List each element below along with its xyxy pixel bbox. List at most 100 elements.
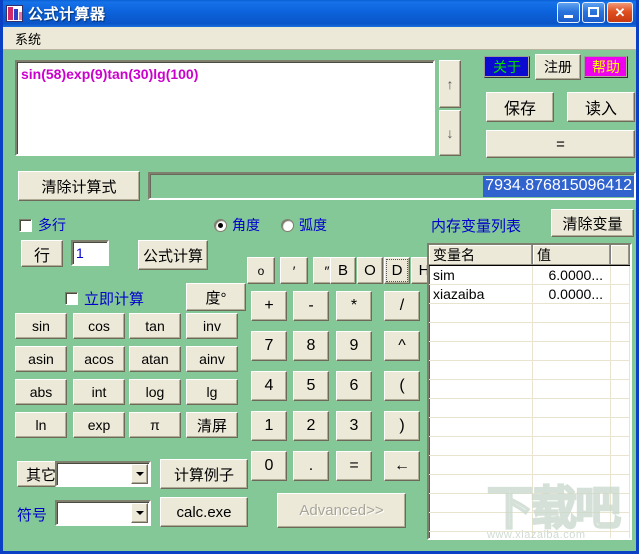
key-0-button[interactable]: 0 (251, 451, 287, 481)
table-empty-row[interactable] (429, 304, 630, 323)
table-empty-cell (533, 437, 611, 455)
load-button[interactable]: 读入 (567, 92, 635, 122)
table-empty-cell (611, 361, 630, 379)
maximize-button[interactable] (582, 2, 605, 23)
base-binary-button[interactable]: B (330, 257, 356, 284)
row-number-input[interactable]: 1 (71, 240, 109, 266)
fn-acos-button[interactable]: acos (73, 346, 125, 372)
table-empty-row[interactable] (429, 399, 630, 418)
key-plus-button[interactable]: + (251, 291, 287, 321)
clear-formula-button[interactable]: 清除计算式 (18, 171, 140, 201)
fn-cos-button[interactable]: cos (73, 313, 125, 339)
key-9-button[interactable]: 9 (336, 331, 372, 361)
clear-variables-button[interactable]: 清除变量 (551, 209, 634, 237)
table-empty-cell (429, 399, 533, 417)
symbol-label: 符号 (17, 507, 48, 524)
key-1-button[interactable]: 1 (251, 411, 287, 441)
table-empty-row[interactable] (429, 342, 630, 361)
formula-calculate-button[interactable]: 公式计算 (138, 240, 208, 270)
key-equals-button[interactable]: = (336, 451, 372, 481)
menu-item-system[interactable]: 系统 (10, 27, 46, 50)
key-6-button[interactable]: 6 (336, 371, 372, 401)
table-empty-row[interactable] (429, 532, 630, 538)
table-empty-row[interactable] (429, 513, 630, 532)
key-5-button[interactable]: 5 (293, 371, 329, 401)
calc-example-button[interactable]: 计算例子 (160, 459, 248, 489)
formula-scroll-down-button[interactable]: ↓ (439, 110, 461, 156)
degree-button[interactable]: 度° (186, 283, 246, 311)
table-empty-row[interactable] (429, 323, 630, 342)
result-field[interactable]: 7934.876815096412 (148, 172, 636, 200)
key-right-paren-button[interactable]: ) (384, 411, 420, 441)
radian-label: 弧度 (299, 217, 327, 233)
key-2-button[interactable]: 2 (293, 411, 329, 441)
equals-big-button[interactable]: = (486, 130, 635, 158)
table-empty-row[interactable] (429, 361, 630, 380)
table-empty-row[interactable] (429, 437, 630, 456)
angle-degree-unit-button[interactable]: o (247, 257, 275, 284)
table-empty-row[interactable] (429, 494, 630, 513)
fn-int-button[interactable]: int (73, 379, 125, 405)
variable-name: sim (429, 266, 533, 284)
instant-calc-checkbox[interactable]: 立即计算 (65, 288, 144, 309)
radio-unselected-icon (281, 218, 294, 232)
fn-atan-button[interactable]: atan (129, 346, 181, 372)
fn-pi-button[interactable]: π (129, 412, 181, 438)
formula-scroll-up-button[interactable]: ↑ (439, 60, 461, 108)
about-button[interactable]: 关于 (484, 56, 530, 78)
key-8-button[interactable]: 8 (293, 331, 329, 361)
key-3-button[interactable]: 3 (336, 411, 372, 441)
key-decimal-button[interactable]: . (293, 451, 329, 481)
fn-log-button[interactable]: log (129, 379, 181, 405)
row-button[interactable]: 行 (21, 240, 63, 267)
fn-clear-screen-button[interactable]: 清屏 (186, 412, 238, 438)
other-dropdown[interactable] (55, 461, 151, 487)
fn-exp-button[interactable]: exp (73, 412, 125, 438)
fn-inv-button[interactable]: inv (186, 313, 238, 339)
help-button[interactable]: 帮助 (584, 56, 628, 78)
key-multiply-button[interactable]: * (336, 291, 372, 321)
menu-bar: 系统 (3, 27, 636, 50)
minimize-button[interactable] (557, 2, 580, 23)
symbol-dropdown[interactable] (55, 500, 151, 526)
key-7-button[interactable]: 7 (251, 331, 287, 361)
angle-minute-unit-button[interactable]: ′ (280, 257, 308, 284)
key-divide-button[interactable]: / (384, 291, 420, 321)
calc-exe-button[interactable]: calc.exe (160, 497, 248, 527)
chevron-down-icon[interactable] (131, 464, 148, 484)
table-empty-cell (533, 475, 611, 493)
multiline-checkbox[interactable]: 多行 (19, 215, 66, 235)
table-row[interactable]: xiazaiba 0.0000... (429, 285, 630, 304)
save-button[interactable]: 保存 (486, 92, 554, 122)
table-empty-row[interactable] (429, 380, 630, 399)
formula-input[interactable]: sin(58)exp(9)tan(30)lg(100) (15, 60, 435, 156)
table-empty-row[interactable] (429, 475, 630, 494)
key-4-button[interactable]: 4 (251, 371, 287, 401)
close-button[interactable]: ✕ (607, 2, 633, 23)
key-backspace-button[interactable]: ← (384, 451, 420, 481)
register-button[interactable]: 注册 (535, 54, 581, 80)
fn-lg-button[interactable]: lg (186, 379, 238, 405)
fn-asin-button[interactable]: asin (15, 346, 67, 372)
table-empty-row[interactable] (429, 418, 630, 437)
table-empty-row[interactable] (429, 456, 630, 475)
chevron-down-icon[interactable] (131, 503, 148, 523)
table-empty-cell (611, 418, 630, 436)
angle-degree-radio[interactable]: 角度 (214, 215, 260, 235)
advanced-button[interactable]: Advanced>> (277, 493, 406, 528)
angle-radian-radio[interactable]: 弧度 (281, 215, 327, 235)
key-minus-button[interactable]: - (293, 291, 329, 321)
fn-ainv-button[interactable]: ainv (186, 346, 238, 372)
fn-sin-button[interactable]: sin (15, 313, 67, 339)
base-octal-button[interactable]: O (357, 257, 383, 284)
table-row[interactable]: sim 6.0000... (429, 266, 630, 285)
table-empty-cell (533, 361, 611, 379)
base-decimal-button[interactable]: D (384, 257, 410, 284)
variables-table[interactable]: 变量名 值 sim 6.0000... xiazaiba 0.0000... (427, 243, 632, 540)
fn-ln-button[interactable]: ln (15, 412, 67, 438)
key-left-paren-button[interactable]: ( (384, 371, 420, 401)
fn-tan-button[interactable]: tan (129, 313, 181, 339)
fn-abs-button[interactable]: abs (15, 379, 67, 405)
key-power-button[interactable]: ^ (384, 331, 420, 361)
result-value: 7934.876815096412 (483, 175, 634, 197)
